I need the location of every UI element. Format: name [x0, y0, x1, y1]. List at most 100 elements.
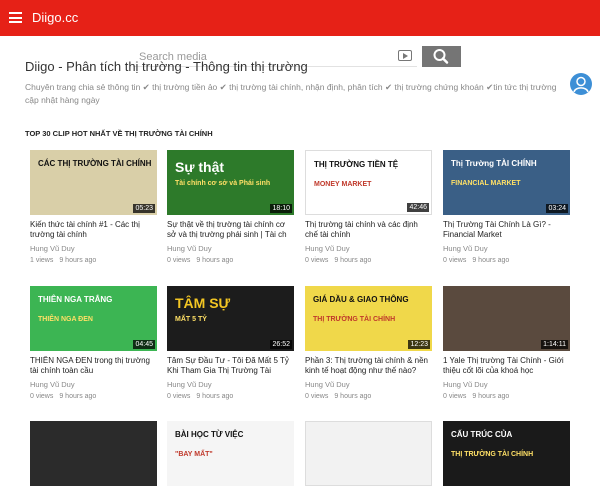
menu-icon[interactable]	[9, 12, 22, 23]
video-card[interactable]: BÀI HỌC TỪ VIỆC "BAY MẤT"	[167, 421, 294, 486]
video-card[interactable]: CÁC THỊ TRƯỜNG TÀI CHÍNH 05:23 Kiến thức t…	[30, 150, 157, 264]
video-age: 9 hours ago	[196, 393, 234, 400]
video-card[interactable]: GIÁ DẦU & GIAO THÔNG THỊ TRƯỜNG TÀI CHÍNH…	[305, 286, 432, 400]
video-title[interactable]: Kiến thức tài chính #1 - Các thị trường …	[30, 220, 157, 240]
video-card[interactable]: Sự thật Tài chính cơ sở và Phái sinh 18:10…	[167, 150, 294, 264]
video-views: 0 views	[30, 393, 54, 400]
video-card[interactable]: THỊ TRƯỜNG TIỀN TỆ MONEY MARKET 42:46 Thị t…	[305, 150, 432, 264]
video-channel[interactable]: Hung Vũ Duy	[305, 380, 432, 389]
video-duration: 42:46	[407, 203, 429, 212]
top-bar: Diigo.cc	[0, 0, 600, 36]
thumbnail-caption: TÂM SỰ	[175, 295, 231, 311]
video-meta: 0 views 9 hours ago	[167, 257, 294, 264]
video-thumbnail[interactable]	[30, 421, 157, 486]
video-thumbnail[interactable]: 1:14:11	[443, 286, 570, 351]
thumbnail-subcaption: THỊ TRƯỜNG TÀI CHÍNH	[313, 316, 396, 323]
thumbnail-subcaption: THIÊN NGA ĐEN	[38, 316, 93, 323]
thumbnail-caption: Thị Trường TÀI CHÍNH	[451, 159, 537, 168]
avatar[interactable]	[570, 73, 592, 95]
video-views: 0 views	[443, 257, 467, 264]
page-title: Diigo - Phân tích thị trường - Thông tin…	[25, 59, 308, 74]
video-card[interactable]	[30, 421, 157, 486]
search-icon	[433, 49, 449, 64]
video-upload-icon[interactable]	[398, 50, 412, 61]
video-title[interactable]: Sự thật về thị trường tài chính cơ sở và…	[167, 220, 294, 240]
video-meta: 0 views 9 hours ago	[30, 393, 157, 400]
video-meta: 0 views 9 hours ago	[443, 257, 570, 264]
thumbnail-caption: THIÊN NGA TRẮNG	[38, 295, 113, 304]
thumbnail-caption: GIÁ DẦU & GIAO THÔNG	[313, 295, 409, 304]
video-thumbnail[interactable]: BÀI HỌC TỪ VIỆC "BAY MẤT"	[167, 421, 294, 486]
video-thumbnail[interactable]: Thị Trường TÀI CHÍNH FINANCIAL MARKET 03:2…	[443, 150, 570, 215]
user-icon	[573, 76, 589, 93]
video-meta: 1 views 9 hours ago	[30, 257, 157, 264]
site-description: Chuyên trang chia sẻ thông tin ✔ thị trư…	[25, 82, 557, 105]
thumbnail-caption: BÀI HỌC TỪ VIỆC	[175, 430, 244, 439]
video-meta: 0 views 9 hours ago	[443, 393, 570, 400]
video-age: 9 hours ago	[196, 257, 234, 264]
section-title: TOP 30 CLIP HOT NHẤT VỀ THỊ TRƯỜNG TÀI C…	[25, 129, 213, 138]
video-card[interactable]: THIÊN NGA TRẮNG THIÊN NGA ĐEN 04:45 THIÊN N…	[30, 286, 157, 400]
video-title[interactable]: 1 Yale Thị trường Tài Chính - Giới thiệu…	[443, 356, 570, 376]
video-meta: 0 views 9 hours ago	[305, 393, 432, 400]
video-age: 9 hours ago	[59, 257, 97, 264]
video-title[interactable]: Thị trường tài chính và các định chế tài…	[305, 220, 432, 240]
video-channel[interactable]: Hung Vũ Duy	[443, 244, 570, 253]
video-duration: 12:23	[408, 340, 430, 349]
video-meta: 0 views 9 hours ago	[167, 393, 294, 400]
video-thumbnail[interactable]: THIÊN NGA TRẮNG THIÊN NGA ĐEN 04:45	[30, 286, 157, 351]
video-views: 0 views	[305, 257, 329, 264]
video-thumbnail[interactable]: GIÁ DẦU & GIAO THÔNG THỊ TRƯỜNG TÀI CHÍNH…	[305, 286, 432, 351]
video-age: 9 hours ago	[59, 393, 97, 400]
video-channel[interactable]: Hung Vũ Duy	[305, 244, 432, 253]
video-channel[interactable]: Hung Vũ Duy	[167, 244, 294, 253]
video-title[interactable]: Thị Trường Tài Chính Là Gì? - Financial …	[443, 220, 570, 240]
video-card[interactable]: Thị Trường TÀI CHÍNH FINANCIAL MARKET 03:2…	[443, 150, 570, 264]
video-channel[interactable]: Hung Vũ Duy	[30, 380, 157, 389]
video-duration: 18:10	[270, 204, 292, 213]
video-thumbnail[interactable]: Sự thật Tài chính cơ sở và Phái sinh 18:10	[167, 150, 294, 215]
video-title[interactable]: THIÊN NGA ĐEN trong thị trường tài chính…	[30, 356, 157, 376]
video-thumbnail[interactable]: THỊ TRƯỜNG TIỀN TỆ MONEY MARKET 42:46	[305, 150, 432, 215]
video-views: 0 views	[167, 393, 191, 400]
video-title[interactable]: Phần 3: Thị trường tài chính & nền kinh …	[305, 356, 432, 376]
thumbnail-caption: THỊ TRƯỜNG TIỀN TỆ	[314, 160, 399, 169]
site-logo[interactable]: Diigo.cc	[32, 10, 78, 25]
thumbnail-caption: CÁC THỊ TRƯỜNG TÀI CHÍNH	[38, 159, 152, 168]
video-duration: 26:52	[270, 340, 292, 349]
video-channel[interactable]: Hung Vũ Duy	[443, 380, 570, 389]
video-thumbnail[interactable]: CÁC THỊ TRƯỜNG TÀI CHÍNH 05:23	[30, 150, 157, 215]
video-channel[interactable]: Hung Vũ Duy	[30, 244, 157, 253]
thumbnail-subcaption: MẤT 5 TỶ	[175, 316, 207, 323]
video-card[interactable]: TÂM SỰ MẤT 5 TỶ 26:52 Tâm Sự Đầu Tư - Tôi Đ…	[167, 286, 294, 400]
video-views: 0 views	[443, 393, 467, 400]
thumbnail-caption: Sự thật	[175, 159, 225, 175]
video-duration: 04:45	[133, 340, 155, 349]
thumbnail-caption: CẤU TRÚC CỦA	[451, 430, 513, 439]
video-age: 9 hours ago	[472, 257, 510, 264]
video-card[interactable]	[305, 421, 432, 486]
thumbnail-subcaption: "BAY MẤT"	[175, 451, 213, 458]
video-card[interactable]: 1:14:11 1 Yale Thị trường Tài Chính - Giớ…	[443, 286, 570, 400]
video-card[interactable]: CẤU TRÚC CỦA THỊ TRƯỜNG TÀI CHÍNH	[443, 421, 570, 486]
search-button[interactable]	[422, 46, 461, 67]
video-channel[interactable]: Hung Vũ Duy	[167, 380, 294, 389]
thumbnail-subcaption: FINANCIAL MARKET	[451, 180, 521, 187]
video-views: 0 views	[305, 393, 329, 400]
video-duration: 1:14:11	[541, 340, 568, 349]
video-age: 9 hours ago	[334, 393, 372, 400]
video-title[interactable]: Tâm Sự Đầu Tư - Tôi Đã Mất 5 Tỷ Khi Tham…	[167, 356, 294, 376]
video-views: 1 views	[30, 257, 54, 264]
video-views: 0 views	[167, 257, 191, 264]
thumbnail-subcaption: MONEY MARKET	[314, 181, 372, 188]
video-age: 9 hours ago	[334, 257, 372, 264]
video-thumbnail[interactable]: TÂM SỰ MẤT 5 TỶ 26:52	[167, 286, 294, 351]
video-age: 9 hours ago	[472, 393, 510, 400]
video-duration: 03:24	[546, 204, 568, 213]
thumbnail-subcaption: Tài chính cơ sở và Phái sinh	[175, 180, 271, 187]
video-thumbnail[interactable]: CẤU TRÚC CỦA THỊ TRƯỜNG TÀI CHÍNH	[443, 421, 570, 486]
video-thumbnail[interactable]	[305, 421, 432, 486]
video-meta: 0 views 9 hours ago	[305, 257, 432, 264]
video-duration: 05:23	[133, 204, 155, 213]
thumbnail-subcaption: THỊ TRƯỜNG TÀI CHÍNH	[451, 451, 534, 458]
